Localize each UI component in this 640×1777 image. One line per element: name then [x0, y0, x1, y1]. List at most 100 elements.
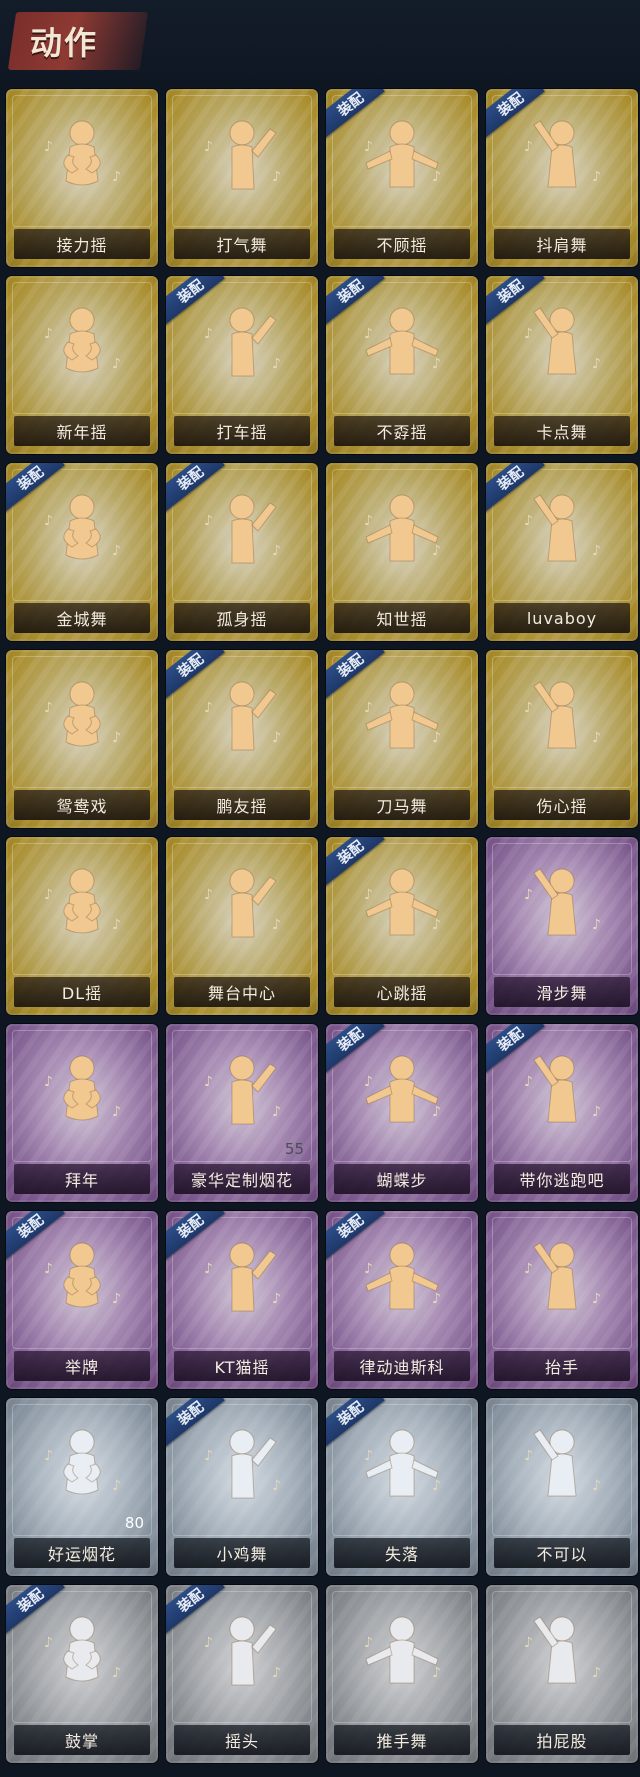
svg-text:♪: ♪ [44, 1074, 53, 1090]
emote-label-bar: 伤心摇 [494, 790, 630, 820]
svg-text:♪: ♪ [432, 1104, 441, 1120]
svg-text:♪: ♪ [524, 513, 533, 529]
finger-wag-icon: ♪ ♪ [512, 1420, 612, 1520]
dancer-point-icon: ♪ ♪ [352, 111, 452, 211]
svg-text:♪: ♪ [44, 513, 53, 529]
emote-card[interactable]: ♪ ♪ 推手舞 [326, 1585, 478, 1763]
emote-label-bar: 刀马舞 [334, 790, 470, 820]
emote-card[interactable]: ♪ ♪ 律动迪斯科 装配 [326, 1211, 478, 1389]
emote-card[interactable]: ♪ ♪ 鼓掌 装配 [6, 1585, 158, 1763]
emote-card[interactable]: ♪ ♪ luvaboy 装配 [486, 463, 638, 641]
emote-name: 律动迪斯科 [359, 1358, 445, 1377]
emote-label-bar: luvaboy [494, 603, 630, 633]
emote-label-bar: 推手舞 [334, 1725, 470, 1755]
dancer-shoulder-icon: ♪ ♪ [512, 111, 612, 211]
emote-card[interactable]: ♪ ♪ KT猫摇 装配 [166, 1211, 318, 1389]
emote-card[interactable]: ♪ ♪ 新年摇 [6, 276, 158, 454]
svg-text:♪: ♪ [44, 1635, 53, 1651]
svg-text:♪: ♪ [204, 1261, 213, 1277]
emote-card[interactable]: ♪ ♪ 不顾摇 装配 [326, 89, 478, 267]
emote-label-bar: 律动迪斯科 [334, 1351, 470, 1381]
svg-text:♪: ♪ [112, 543, 121, 559]
emote-card[interactable]: ♪ ♪ 带你逃跑吧 装配 [486, 1024, 638, 1202]
emote-card[interactable]: ♪ ♪ 鸳鸯戏 [6, 650, 158, 828]
emote-label-bar: 舞台中心 [174, 977, 310, 1007]
emote-card[interactable]: ♪ ♪ 摇头 装配 [166, 1585, 318, 1763]
svg-text:♪: ♪ [524, 1635, 533, 1651]
emote-card[interactable]: ♪ ♪ 拍屁股 [486, 1585, 638, 1763]
dancer-hand-raise-icon: ♪ ♪ [352, 859, 452, 959]
emote-card[interactable]: ♪ ♪ 失落 装配 [326, 1398, 478, 1576]
emote-card[interactable]: ♪ ♪ 小鸡舞 装配 [166, 1398, 318, 1576]
svg-text:♪: ♪ [592, 1478, 601, 1494]
dancer-point-up-icon: ♪ ♪ [32, 859, 132, 959]
emote-card[interactable]: ♪ ♪ 知世摇 [326, 463, 478, 641]
svg-text:♪: ♪ [592, 543, 601, 559]
svg-text:♪: ♪ [524, 887, 533, 903]
emote-name: 金城舞 [56, 610, 108, 629]
dancer-clap-icon: ♪ ♪ [352, 485, 452, 585]
svg-text:♪: ♪ [364, 887, 373, 903]
emote-name: 带你逃跑吧 [519, 1171, 605, 1190]
emote-card[interactable]: ♪ ♪ 不可以 [486, 1398, 638, 1576]
crawl-icon: ♪ ♪ [352, 1420, 452, 1520]
emote-card[interactable]: ♪ ♪ 鹏友摇 装配 [166, 650, 318, 828]
emote-name: 举牌 [64, 1358, 99, 1377]
emote-card[interactable]: ♪ ♪ 拜年 [6, 1024, 158, 1202]
svg-text:♪: ♪ [112, 356, 121, 372]
emote-card[interactable]: ♪ ♪ 打气舞 [166, 89, 318, 267]
emote-card[interactable]: ♪ ♪ 金城舞 装配 [6, 463, 158, 641]
emote-card[interactable]: ♪ ♪ DL摇 [6, 837, 158, 1015]
emote-card[interactable]: ♪ ♪ 打车摇 装配 [166, 276, 318, 454]
svg-text:♪: ♪ [364, 1635, 373, 1651]
svg-text:♪: ♪ [272, 356, 281, 372]
svg-text:♪: ♪ [272, 1291, 281, 1307]
emote-label-bar: 失落 [334, 1538, 470, 1568]
emote-name: 蝴蝶步 [376, 1171, 428, 1190]
emote-name: DL摇 [61, 984, 103, 1003]
emote-label-bar: 滑步舞 [494, 977, 630, 1007]
dancer-cat-icon: ♪ ♪ [192, 1233, 292, 1333]
emote-card[interactable]: ♪ ♪ 孤身摇 装配 [166, 463, 318, 641]
emote-name: 新年摇 [56, 423, 108, 442]
svg-text:♪: ♪ [204, 513, 213, 529]
emote-label-bar: 打车摇 [174, 416, 310, 446]
emote-card[interactable]: ♪ ♪ 舞台中心 [166, 837, 318, 1015]
svg-text:♪: ♪ [272, 1478, 281, 1494]
svg-text:♪: ♪ [524, 326, 533, 342]
emote-card[interactable]: ♪ ♪ 伤心摇 [486, 650, 638, 828]
dancer-fist-music-icon: ♪ ♪ [192, 111, 292, 211]
emote-card[interactable]: ♪ ♪ 心跳摇 装配 [326, 837, 478, 1015]
emote-card[interactable]: ♪ ♪ 滑步舞 [486, 837, 638, 1015]
emote-card[interactable]: ♪ ♪ 卡点舞 装配 [486, 276, 638, 454]
svg-text:♪: ♪ [272, 1665, 281, 1681]
emote-label-bar: 拍屁股 [494, 1725, 630, 1755]
emote-name: 接力摇 [56, 236, 108, 255]
dancer-slide-icon: ♪ ♪ [512, 859, 612, 959]
emote-name: 抖肩舞 [536, 236, 588, 255]
svg-text:♪: ♪ [524, 700, 533, 716]
shake-head-icon: ♪ ♪ [192, 1607, 292, 1707]
emote-card[interactable]: ♪ ♪ 抬手 [486, 1211, 638, 1389]
emote-name: 拍屁股 [536, 1732, 588, 1751]
svg-text:♪: ♪ [592, 1104, 601, 1120]
emote-card[interactable]: ♪ ♪ 刀马舞 装配 [326, 650, 478, 828]
svg-text:♪: ♪ [592, 730, 601, 746]
emote-name: 心跳摇 [376, 984, 428, 1003]
emote-label-bar: DL摇 [14, 977, 150, 1007]
emote-card[interactable]: ♪ ♪ 80 好运烟花 [6, 1398, 158, 1576]
emote-label-bar: 鹏友摇 [174, 790, 310, 820]
svg-text:♪: ♪ [272, 169, 281, 185]
emote-name: 伤心摇 [536, 797, 588, 816]
emote-card[interactable]: ♪ ♪ 55 豪华定制烟花 [166, 1024, 318, 1202]
page-title: 动作 [30, 24, 99, 62]
emote-label-bar: 知世摇 [334, 603, 470, 633]
svg-text:♪: ♪ [204, 1448, 213, 1464]
emote-card[interactable]: ♪ ♪ 接力摇 [6, 89, 158, 267]
emote-name: 刀马舞 [376, 797, 428, 816]
emote-card[interactable]: ♪ ♪ 蝴蝶步 装配 [326, 1024, 478, 1202]
svg-text:♪: ♪ [364, 139, 373, 155]
emote-card[interactable]: ♪ ♪ 抖肩舞 装配 [486, 89, 638, 267]
emote-card[interactable]: ♪ ♪ 举牌 装配 [6, 1211, 158, 1389]
emote-card[interactable]: ♪ ♪ 不孬摇 装配 [326, 276, 478, 454]
